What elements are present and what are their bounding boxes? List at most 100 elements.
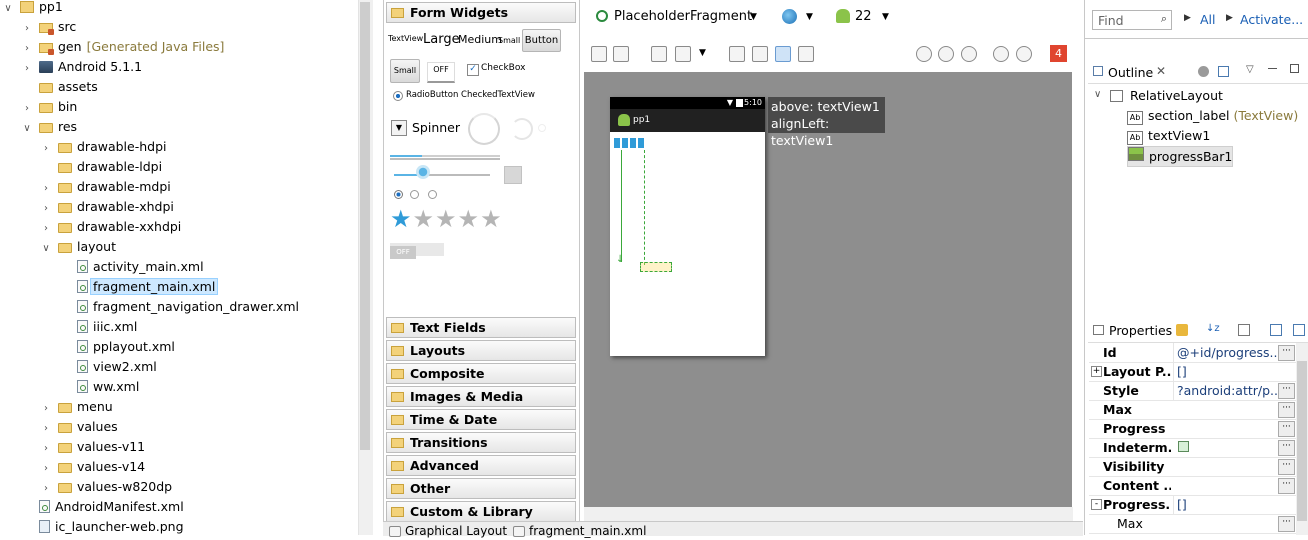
tree-item[interactable]: ∨ layout — [40, 237, 116, 257]
palette-category[interactable]: Composite — [386, 363, 576, 384]
tree-item[interactable]: › menu — [40, 397, 113, 417]
property-row[interactable]: Max ··· — [1089, 514, 1301, 534]
palette-large-text[interactable]: Large — [423, 32, 460, 47]
tree-item[interactable]: › Android 5.1.1 — [21, 57, 142, 77]
progressbar1-drop-target[interactable] — [640, 262, 672, 272]
tree-item[interactable]: › drawable-xxhdpi — [40, 217, 181, 237]
browse-button[interactable]: ··· — [1278, 345, 1295, 361]
palette-progress-large[interactable] — [468, 113, 500, 145]
browse-button[interactable]: ··· — [1278, 516, 1295, 532]
chevron-right-icon[interactable]: › — [40, 139, 52, 159]
property-row[interactable]: Progress ··· — [1089, 419, 1301, 439]
palette-category[interactable]: Other — [386, 478, 576, 499]
error-count-badge[interactable]: 4 — [1050, 45, 1067, 62]
align-top-icon[interactable] — [752, 46, 768, 62]
chevron-right-icon[interactable]: › — [40, 419, 52, 439]
palette-category[interactable]: Text Fields — [386, 317, 576, 338]
palette-medium-text[interactable]: Medium — [458, 33, 502, 46]
tree-item[interactable]: › src — [21, 17, 76, 37]
palette-category[interactable]: Images & Media — [386, 386, 576, 407]
chevron-down-icon[interactable]: ▼ — [750, 6, 757, 28]
palette-category[interactable]: Time & Date — [386, 409, 576, 430]
api-level-selector[interactable]: 22 — [855, 6, 872, 28]
expand-all-icon[interactable] — [1270, 324, 1282, 336]
palette-progress-small[interactable] — [538, 124, 546, 132]
tree-item[interactable]: AndroidManifest.xml — [21, 497, 184, 517]
property-row[interactable]: Indeterm... ··· — [1089, 438, 1301, 458]
tree-item[interactable]: › drawable-mdpi — [40, 177, 171, 197]
palette-toggle-button[interactable]: OFF — [427, 62, 455, 83]
palette-category[interactable]: Transitions — [386, 432, 576, 453]
property-row[interactable]: Max ··· — [1089, 400, 1301, 420]
layout-height-icon[interactable] — [613, 46, 629, 62]
property-row[interactable]: Id @+id/progress... ··· — [1089, 343, 1301, 363]
property-value[interactable]: @+id/progress... — [1173, 343, 1281, 362]
align-bottom-icon[interactable] — [775, 46, 791, 62]
sort-az-icon[interactable]: ↓z — [1206, 323, 1220, 334]
palette-button[interactable]: Button — [522, 29, 561, 52]
textview1-selection[interactable] — [614, 138, 644, 148]
chevron-right-icon[interactable]: › — [21, 19, 33, 39]
tree-item[interactable]: › values — [40, 417, 118, 437]
palette-small-text[interactable]: Small — [498, 36, 520, 45]
tree-item[interactable]: ww.xml — [59, 377, 139, 397]
tree-item[interactable]: assets — [21, 77, 98, 97]
property-row[interactable]: Content ... ··· — [1089, 476, 1301, 496]
outline-root[interactable]: RelativeLayout — [1130, 86, 1223, 105]
palette-seekbar[interactable] — [394, 174, 490, 176]
palette-ratingbar[interactable]: ★★★★★ — [390, 206, 503, 232]
outline-item[interactable]: Ab textView1 — [1127, 126, 1210, 145]
link-editor-icon[interactable] — [1218, 66, 1229, 77]
zoom-out-icon[interactable] — [993, 46, 1009, 62]
canvas-scrollbar[interactable] — [584, 507, 1073, 521]
tree-item[interactable]: › values-v14 — [40, 457, 145, 477]
zoom-100-icon[interactable] — [961, 46, 977, 62]
chevron-right-icon[interactable]: › — [40, 199, 52, 219]
zoom-in-icon[interactable] — [1016, 46, 1032, 62]
tree-item[interactable]: drawable-ldpi — [40, 157, 162, 177]
chevron-right-icon[interactable]: › — [40, 459, 52, 479]
chevron-right-icon[interactable]: › — [21, 39, 33, 59]
palette-small-button[interactable]: Small — [390, 59, 420, 83]
gravity-icon[interactable] — [675, 46, 691, 62]
chevron-right-icon[interactable]: › — [40, 219, 52, 239]
outline-title[interactable]: Outline — [1108, 65, 1153, 80]
chevron-down-icon[interactable]: ∨ — [21, 119, 33, 139]
palette-quickcontact[interactable] — [504, 166, 522, 184]
zoom-real-icon[interactable] — [938, 46, 954, 62]
palette-spinner[interactable]: Spinner — [412, 120, 460, 135]
browse-button[interactable]: ··· — [1278, 421, 1295, 437]
palette-category[interactable]: Layouts — [386, 340, 576, 361]
chevron-down-icon[interactable]: ∨ — [1094, 89, 1101, 100]
outline-item[interactable]: Ab section_label (TextView) — [1127, 106, 1298, 125]
chevron-down-icon[interactable]: ∨ — [2, 0, 14, 19]
tab-graphical-layout[interactable]: Graphical Layout — [389, 524, 507, 538]
properties-title[interactable]: Properties — [1109, 323, 1172, 338]
palette-checkbox[interactable]: CheckBox — [481, 63, 525, 73]
property-row[interactable]: Style ?android:attr/p... ··· — [1089, 381, 1301, 401]
palette-progress-medium[interactable] — [511, 118, 533, 140]
checkbox-icon[interactable] — [1178, 441, 1189, 452]
browse-button[interactable]: ··· — [1278, 459, 1295, 475]
tree-item[interactable]: ∨ res — [21, 117, 77, 137]
chevron-right-icon[interactable]: › — [21, 59, 33, 79]
tree-item[interactable]: ∨ pp1 — [2, 0, 63, 17]
tree-item[interactable]: pplayout.xml — [59, 337, 175, 357]
align-right-icon[interactable] — [798, 46, 814, 62]
tree-item[interactable]: › values-v11 — [40, 437, 145, 457]
close-icon[interactable]: ✕ — [1156, 64, 1166, 78]
chevron-down-icon[interactable]: ▼ — [806, 6, 813, 28]
find-field[interactable]: Find ⌕ — [1092, 10, 1172, 30]
fragment-selector[interactable]: PlaceholderFragment — [614, 6, 752, 28]
tree-item[interactable]: fragment_navigation_drawer.xml — [59, 297, 299, 317]
globe-icon[interactable] — [782, 9, 797, 24]
property-row[interactable]: + Layout P...[] — [1089, 362, 1301, 382]
collapse-icon[interactable]: - — [1091, 499, 1102, 510]
tree-item[interactable]: ic_launcher-web.png — [21, 517, 184, 535]
chevron-right-icon[interactable]: › — [40, 179, 52, 199]
chevron-down-icon[interactable]: ∨ — [40, 239, 52, 259]
chevron-down-icon[interactable]: ▼ — [882, 6, 889, 28]
browse-button[interactable]: ··· — [1278, 478, 1295, 494]
palette-switch[interactable]: OFF — [390, 243, 444, 259]
tab-xml-source[interactable]: fragment_main.xml — [513, 524, 646, 538]
